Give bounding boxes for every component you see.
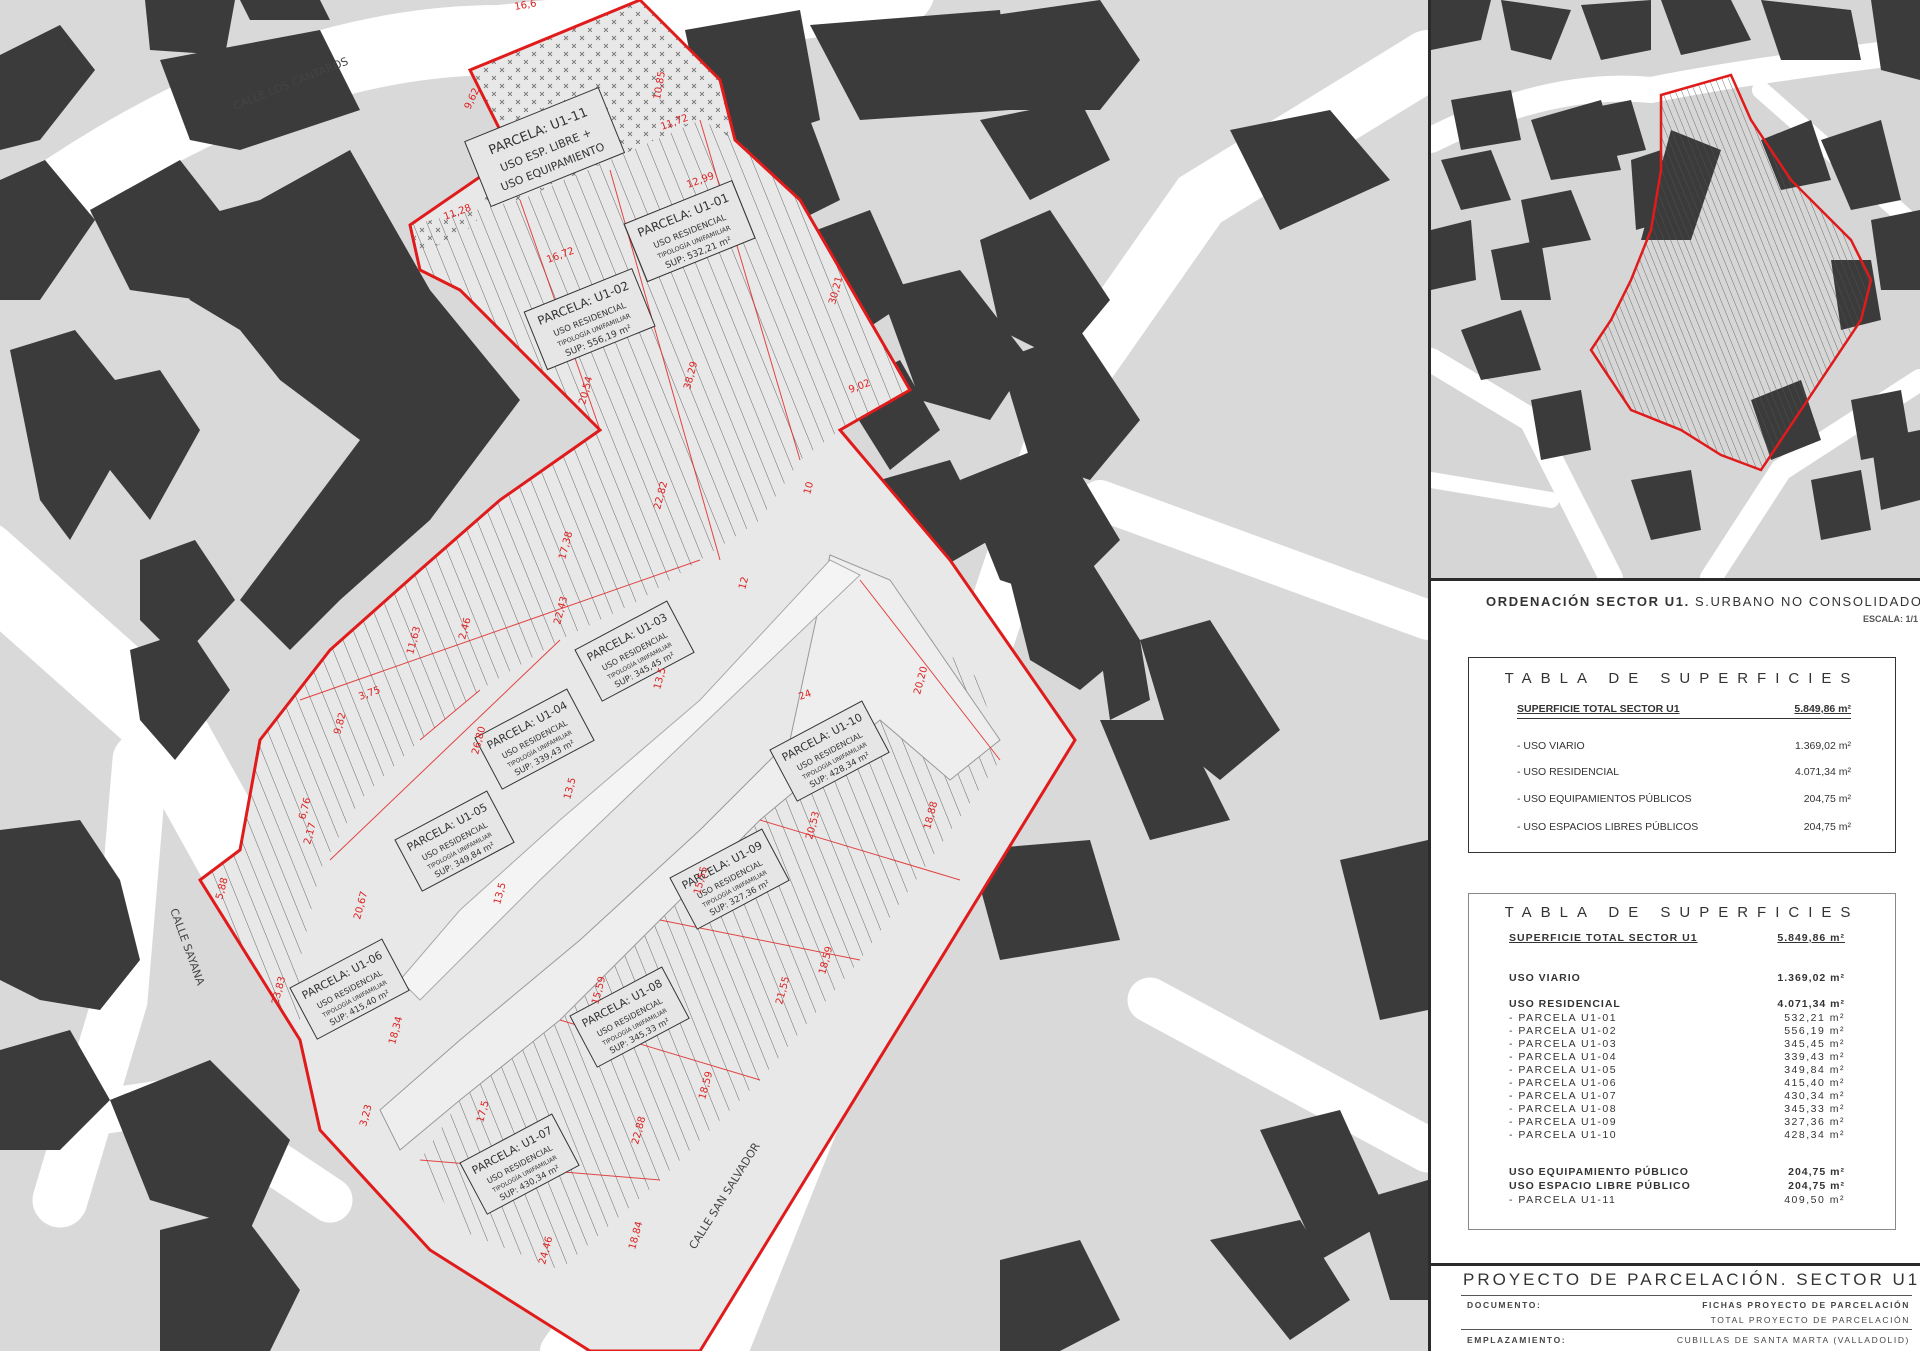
espacio-libre-label: USO ESPACIO LIBRE PÚBLICO [1509,1180,1691,1192]
row-label: - USO VIARIO [1517,740,1585,752]
espacio-libre-value: 204,75 m² [1788,1180,1845,1192]
surface-table-summary: TABLA DE SUPERFICIES SUPERFICIE TOTAL SE… [1468,657,1896,853]
equipamiento-value: 204,75 m² [1788,1166,1845,1178]
documento-label: DOCUMENTO: [1467,1300,1542,1310]
equipamiento-label: USO EQUIPAMIENTO PÚBLICO [1509,1166,1689,1178]
parcela-row-value: 327,36 m² [1784,1116,1845,1128]
block-divider [1461,1329,1912,1330]
row-value: 4.071,34 m² [1794,766,1851,778]
ordenacion-title-rest: S.URBANO NO CONSOLIDADO [1689,594,1920,609]
residencial-label: USO RESIDENCIAL [1509,998,1621,1010]
parcela-row-value: 415,40 m² [1784,1077,1845,1089]
main-site-plan: CALLE LOS CANTAROS CALLE SAYANA CALLE SA… [0,0,1428,1351]
total-surface-value: 5.849,86 m² [1794,703,1851,715]
scale-label: ESCALA: 1/1 [1862,614,1918,624]
documento-value-1: FICHAS PROYECTO DE PARCELACIÓN [1702,1300,1910,1310]
row-label: - USO ESPACIOS LIBRES PÚBLICOS [1517,821,1699,833]
parcela-row-label: - PARCELA U1-07 [1509,1090,1618,1102]
parcela-row-label: - PARCELA U1-08 [1509,1103,1618,1115]
site-plan-drawing: CALLE LOS CANTAROS CALLE SAYANA CALLE SA… [0,0,1428,1351]
parcela-row-label: - PARCELA U1-02 [1509,1025,1618,1037]
ordenacion-title-block: ORDENACIÓN SECTOR U1. S.URBANO NO CONSOL… [1431,578,1920,638]
row-label: - USO EQUIPAMIENTOS PÚBLICOS [1517,793,1692,805]
parcela-row-value: 339,43 m² [1784,1051,1845,1063]
title-underline [1461,1295,1912,1296]
mini-map-drawing [1431,0,1920,578]
parcela-row-value: 428,34 m² [1784,1129,1845,1141]
table-title: TABLA DE SUPERFICIES [1504,904,1860,921]
documento-value-2: TOTAL PROYECTO DE PARCELACIÓN [1710,1315,1910,1325]
project-title-block: PROYECTO DE PARCELACIÓN. SECTOR U1 DOCUM… [1431,1263,1920,1354]
viario-value: 1.369,02 m² [1777,972,1845,984]
dimension-label: 9,62 [463,86,482,111]
location-mini-map [1431,0,1920,581]
right-info-panel: ORDENACIÓN SECTOR U1. S.URBANO NO CONSOL… [1428,0,1920,1351]
row-label: - USO RESIDENCIAL [1517,766,1620,778]
ordenacion-title-bold: ORDENACIÓN SECTOR U1. [1486,594,1690,609]
total-surface-value: 5.849,86 m² [1777,932,1845,944]
total-surface-label: SUPERFICIE TOTAL SECTOR U1 [1509,932,1698,944]
table-divider [1517,718,1851,719]
row-value: 1.369,02 m² [1794,740,1851,752]
street-label-sayana: CALLE SAYANA [167,907,207,988]
ordenacion-title: ORDENACIÓN SECTOR U1. S.URBANO NO CONSOL… [1486,594,1920,609]
parcela-row-label: - PARCELA U1-10 [1509,1129,1618,1141]
emplazamiento-value: CUBILLAS DE SANTA MARTA (VALLADOLID) [1676,1335,1910,1345]
parcela-row-value: 532,21 m² [1784,1012,1845,1024]
parcela-row-value: 430,34 m² [1784,1090,1845,1102]
row-value: 204,75 m² [1803,793,1851,805]
parcela-row-value: 345,45 m² [1784,1038,1845,1050]
parcela-row-value: 556,19 m² [1784,1025,1845,1037]
parcela-row-label: - PARCELA U1-04 [1509,1051,1618,1063]
viario-label: USO VIARIO [1509,972,1581,984]
parcela-row-value: 349,84 m² [1784,1064,1845,1076]
parcela-row-value: 345,33 m² [1784,1103,1845,1115]
parcela-row-label: - PARCELA U1-01 [1509,1012,1618,1024]
parcela-row-label: - PARCELA U1-05 [1509,1064,1618,1076]
project-title: PROYECTO DE PARCELACIÓN. SECTOR U1 [1463,1270,1920,1289]
parcela-11-value: 409,50 m² [1784,1194,1845,1206]
residencial-value: 4.071,34 m² [1777,998,1845,1010]
parcela-row-label: - PARCELA U1-03 [1509,1038,1618,1050]
row-value: 204,75 m² [1803,821,1851,833]
emplazamiento-label: EMPLAZAMIENTO: [1467,1335,1567,1345]
parcela-row-label: - PARCELA U1-09 [1509,1116,1618,1128]
parcela-11-label: - PARCELA U1-11 [1509,1194,1617,1206]
surface-table-detailed: TABLA DE SUPERFICIES SUPERFICIE TOTAL SE… [1468,893,1896,1230]
total-surface-label: SUPERFICIE TOTAL SECTOR U1 [1517,703,1680,715]
table-title: TABLA DE SUPERFICIES [1504,670,1860,687]
parcela-row-label: - PARCELA U1-06 [1509,1077,1618,1089]
